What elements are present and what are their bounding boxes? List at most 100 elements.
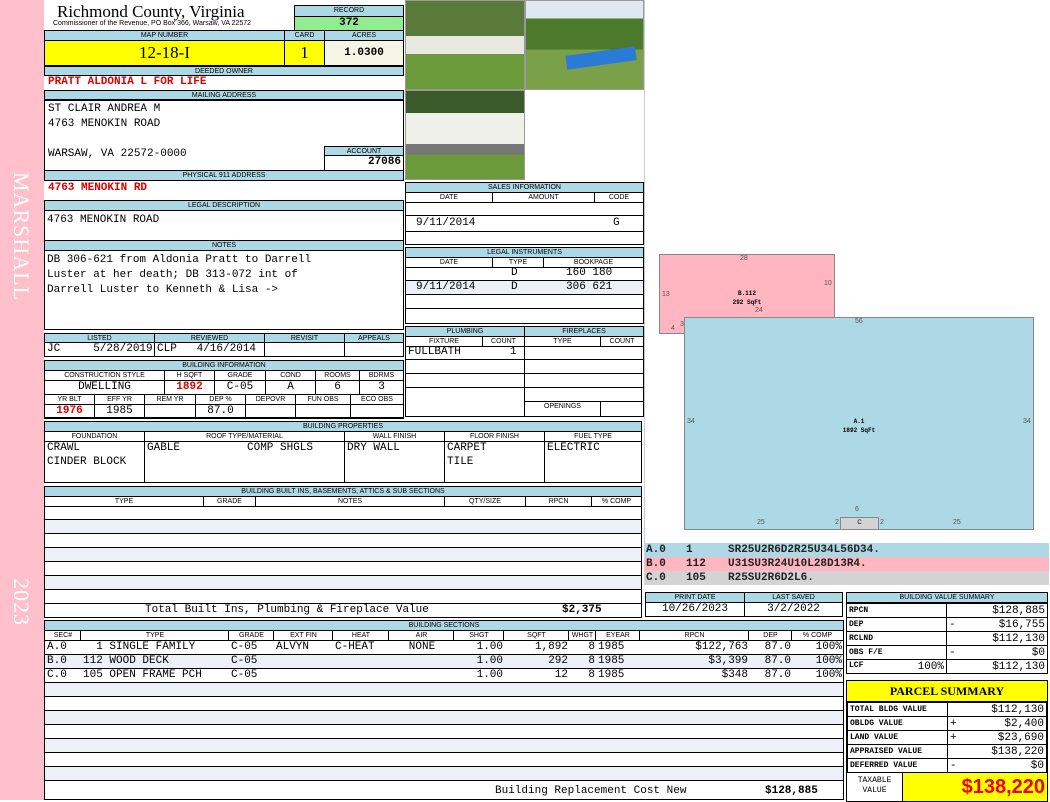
- col-floor: FLOOR FINISH: [444, 431, 545, 442]
- summary-label-text: TOTAL BLDG VALUE: [850, 705, 927, 714]
- card-number: 1: [284, 40, 325, 66]
- section-cell: A.0: [47, 641, 67, 653]
- summary-value: $138,220: [947, 744, 1047, 759]
- summary-row: OBLDG VALUE + $2,400: [847, 716, 1047, 731]
- summary-sign: -: [949, 646, 956, 659]
- builtin-row: [45, 520, 641, 534]
- acres-value: 1.0300: [324, 40, 404, 66]
- summary-label-text: OBS F/E: [849, 648, 883, 657]
- divider: [600, 402, 601, 416]
- district-name: MARSHALL: [9, 172, 34, 302]
- built-ins-table: BUILDING BUILT INS, BASEMENTS, ATTICS & …: [44, 486, 642, 618]
- dim: 4: [671, 325, 675, 332]
- commissioner-address: Commissioner of the Revenue, PO Box 366,…: [53, 20, 252, 27]
- dim: 28: [740, 255, 748, 262]
- legal-description: 4763 MENOKIN ROAD: [44, 210, 404, 241]
- section-cell: 105 OPEN FRAME PCH: [83, 669, 202, 681]
- sales-row: 9/11/2014 G: [406, 216, 643, 232]
- summary-label: LCF 100%: [846, 659, 947, 674]
- summary-amount: $112,130: [992, 632, 1045, 645]
- dep-override: [245, 404, 296, 419]
- col-header: EXT FIN: [273, 630, 334, 641]
- section-cell: 1985: [598, 641, 625, 653]
- col-roof: ROOF TYPE/MATERIAL: [144, 431, 345, 442]
- sketch-codes: A.0 1 SR25U2R6D2R25U34L56D34. B.0 112 U31SU3R…: [644, 543, 1049, 585]
- section-cell: C-05: [231, 641, 258, 653]
- section-cell: 87.0: [764, 669, 791, 681]
- section-cell: 1 SINGLE FAMILY: [83, 641, 196, 653]
- economic-obs: [350, 404, 404, 419]
- property-photo-3[interactable]: [405, 90, 525, 180]
- section-cell: 12: [554, 669, 568, 681]
- section-row: [45, 711, 843, 725]
- map-number: 12-18-I: [44, 40, 285, 66]
- sale-code: G: [613, 217, 620, 229]
- deeded-owner: PRATT ALDONIA L FOR LIFE: [48, 76, 207, 88]
- summary-label: TOTAL BLDG VALUE: [847, 702, 948, 717]
- taxable-value: $138,220: [903, 773, 1047, 801]
- summary-value: - $0: [946, 645, 1048, 660]
- note-line: DB 306-621 from Aldonia Pratt to Darrell: [47, 254, 312, 266]
- col-header: WHGT: [568, 630, 597, 641]
- grade: C-05: [214, 380, 266, 395]
- builtin-row: [45, 576, 641, 590]
- rooms: 6: [315, 380, 360, 395]
- district-sidebar: MARSHALL 2023: [0, 0, 44, 800]
- summary-label: APPRAISED VALUE: [847, 744, 948, 759]
- summary-label: OBS F/E: [846, 645, 947, 660]
- summary-value: + $23,690: [947, 730, 1047, 745]
- summary-amount: $112,130: [992, 660, 1045, 673]
- sketch-code: 112: [686, 558, 706, 570]
- summary-value: - $16,755: [946, 617, 1048, 632]
- building-properties: BUILDING PROPERTIES FOUNDATION ROOF TYPE…: [44, 421, 642, 483]
- property-photo-1[interactable]: [405, 0, 525, 90]
- summary-label: RPCN: [846, 603, 947, 618]
- parcel-summary-title: PARCEL SUMMARY: [847, 681, 1047, 702]
- instrument-date: 9/11/2014: [416, 281, 476, 293]
- plumbing-row: FULLBATH 1: [406, 346, 524, 360]
- builtin-row: [45, 506, 641, 520]
- section-cell: 8: [588, 641, 595, 653]
- section-row: [45, 683, 843, 697]
- dim: 2: [880, 519, 884, 526]
- dim: 56: [855, 318, 863, 325]
- mailing-line: 4763 MENOKIN ROAD: [48, 118, 161, 130]
- county-title: Richmond County, Virginia: [57, 2, 245, 21]
- plumbing-table: PLUMBING FIXTURE COUNT FULLBATH 1: [405, 326, 525, 417]
- instrument-row: 9/11/2014 D 306 621: [406, 281, 643, 295]
- summary-label-text: OBLDG VALUE: [850, 719, 903, 728]
- col-header: SHGT: [453, 630, 505, 641]
- summary-label-text: RCLND: [849, 634, 874, 643]
- note-line: Darrell Luster to Kenneth & Lisa ->: [47, 284, 279, 296]
- section-cell: $3,399: [708, 655, 748, 667]
- tax-year: 2023: [9, 578, 34, 626]
- sketch-code: 105: [686, 572, 706, 584]
- col-wall: WALL FINISH: [344, 431, 445, 442]
- plumbing-row: [406, 360, 524, 374]
- sketch-section-a[interactable]: 56 34 34 25 25 6 2 2 A.1 1892 SqFt C: [684, 317, 1034, 530]
- functional-obs: [295, 404, 351, 419]
- sketch-a-label: A.1: [853, 418, 865, 425]
- summary-sign: -: [949, 618, 956, 631]
- builtin-row: [45, 590, 641, 604]
- sketch-path: R25SU2R6D2L6.: [728, 572, 814, 584]
- roof-type: GABLE: [147, 442, 181, 454]
- summary-amount: $0: [1030, 759, 1044, 772]
- summary-label-text: LAND VALUE: [850, 733, 899, 742]
- mailing-line: WARSAW, VA 22572-0000: [48, 148, 187, 160]
- wall-finish: DRY WALL: [347, 442, 400, 454]
- dim: 25: [757, 519, 765, 526]
- replacement-cost-label: Building Replacement Cost New: [495, 785, 687, 797]
- building-sketch[interactable]: 28 10 13 24 3 4 B.112 292 SqFt 56 34 34 …: [644, 0, 1049, 543]
- sketch-section-c[interactable]: C: [840, 517, 879, 530]
- instrument-type: D: [511, 281, 518, 293]
- sales-row: [406, 202, 643, 216]
- summary-label-text: DEP: [849, 620, 864, 629]
- section-cell: 100%: [815, 669, 842, 681]
- fireplace-row: [525, 360, 643, 374]
- builtin-row: [45, 562, 641, 576]
- dim: 10: [824, 280, 832, 287]
- year-built: 1976: [44, 404, 95, 419]
- property-photo-2[interactable]: [525, 0, 644, 90]
- sketch-code: 1: [686, 544, 693, 556]
